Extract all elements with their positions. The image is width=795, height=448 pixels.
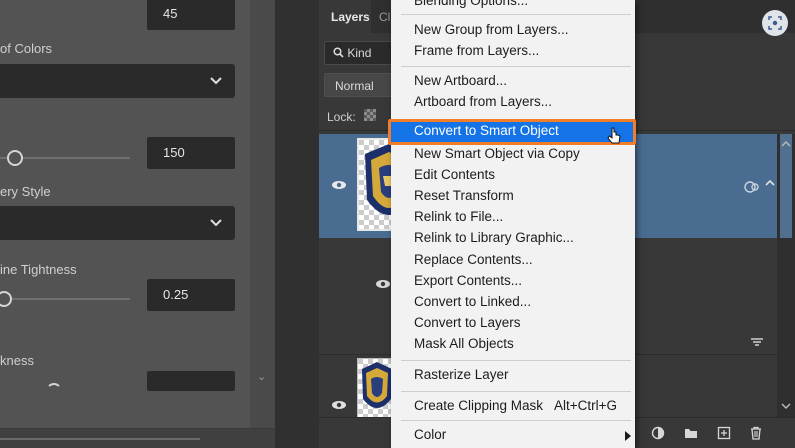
menu-create-clipping-mask-label: Create Clipping Mask	[414, 398, 544, 413]
menu-rasterize-layer[interactable]: Rasterize Layer	[391, 365, 635, 386]
menu-blending-options[interactable]: Blending Options...	[391, 0, 635, 12]
tightness-slider-knob[interactable]	[0, 291, 12, 307]
value-150-field[interactable]: 150	[147, 137, 235, 169]
new-layer-icon[interactable]	[717, 426, 731, 440]
chevron-up-icon[interactable]	[781, 140, 791, 148]
fiery-style-dropdown[interactable]	[0, 206, 235, 240]
folder-icon[interactable]	[684, 426, 698, 440]
tab-layers[interactable]: Layers	[319, 0, 371, 33]
menu-convert-to-linked[interactable]: Convert to Linked...	[391, 292, 635, 313]
chevron-down-icon	[210, 77, 222, 85]
menu-separator	[401, 391, 631, 392]
menu-frame-from-layers[interactable]: Frame from Layers...	[391, 41, 635, 62]
thickness-value-field[interactable]	[147, 371, 235, 391]
capture-icon	[768, 16, 782, 30]
thickness-label: kness	[0, 353, 34, 368]
tightness-slider-track[interactable]	[0, 298, 130, 300]
chevron-down-icon[interactable]	[781, 402, 791, 410]
layers-scrollbar-thumb[interactable]	[780, 134, 792, 238]
tightness-value-field[interactable]: 0.25	[147, 279, 235, 311]
colors-dropdown[interactable]	[0, 64, 235, 98]
line-tightness-label: ine Tightness	[0, 262, 77, 277]
search-icon	[333, 47, 344, 58]
highlight-outline	[388, 119, 636, 145]
menu-reset-transform[interactable]: Reset Transform	[391, 186, 635, 207]
menu-color-label: Color	[414, 427, 447, 442]
eye-icon[interactable]	[375, 279, 391, 289]
cursor-icon	[607, 127, 621, 144]
menu-color[interactable]: Color	[391, 425, 635, 446]
menu-separator	[401, 360, 631, 361]
menu-separator	[401, 14, 631, 15]
menu-relink-to-library-graphic[interactable]: Relink to Library Graphic...	[391, 228, 635, 249]
smart-object-badge-icon	[744, 181, 759, 193]
layers-scrollbar[interactable]	[777, 134, 795, 417]
thickness-slider-knob[interactable]	[46, 383, 62, 399]
submenu-arrow-icon	[625, 431, 631, 441]
checker-lock-icon[interactable]	[364, 109, 376, 121]
chevron-down-icon	[210, 219, 222, 227]
menu-convert-to-layers[interactable]: Convert to Layers	[391, 313, 635, 334]
menu-new-group-from-layers[interactable]: New Group from Layers...	[391, 20, 635, 41]
properties-panel: 45 of Colors 150 ery Style ine Tightness…	[0, 0, 275, 448]
chevron-down-icon: ⌄	[257, 371, 267, 383]
menu-relink-to-file[interactable]: Relink to File...	[391, 207, 635, 228]
panel-gap	[275, 0, 319, 448]
kind-filter-label: Kind	[347, 46, 372, 60]
fiery-style-label: ery Style	[0, 184, 51, 199]
eye-icon[interactable]	[331, 180, 347, 190]
trash-icon[interactable]	[749, 426, 763, 440]
layer-context-menu: Blending Options... New Group from Layer…	[391, 0, 635, 448]
eye-icon[interactable]	[331, 400, 347, 410]
menu-new-smart-object-via-copy[interactable]: New Smart Object via Copy	[391, 144, 635, 165]
filter-effects-icon[interactable]	[751, 337, 763, 347]
menu-separator	[401, 420, 631, 421]
chevron-up-icon[interactable]	[765, 178, 775, 188]
top-value-field[interactable]: 45	[147, 0, 235, 30]
menu-mask-all-objects[interactable]: Mask All Objects	[391, 334, 635, 355]
properties-bottom-bar	[0, 428, 275, 448]
number-of-colors-label: of Colors	[0, 41, 53, 56]
layer-thumbnail-2[interactable]	[357, 358, 395, 418]
tab-channels[interactable]: Cl	[379, 10, 390, 24]
menu-new-artboard[interactable]: New Artboard...	[391, 71, 635, 92]
menu-replace-contents[interactable]: Replace Contents...	[391, 250, 635, 271]
menu-edit-contents[interactable]: Edit Contents	[391, 165, 635, 186]
menu-create-clipping-mask[interactable]: Create Clipping Mask Alt+Ctrl+G	[391, 396, 635, 417]
properties-scrollbar[interactable]: ⌄	[250, 0, 275, 448]
menu-artboard-from-layers[interactable]: Artboard from Layers...	[391, 92, 635, 113]
capture-button[interactable]	[762, 10, 788, 36]
slider-knob-150[interactable]	[7, 150, 23, 166]
adjustment-icon[interactable]	[651, 426, 665, 440]
menu-separator	[401, 66, 631, 67]
lion-crest-thumbnail	[362, 362, 392, 408]
menu-export-contents[interactable]: Export Contents...	[391, 271, 635, 292]
menu-shortcut: Alt+Ctrl+G	[553, 398, 617, 413]
lock-label: Lock:	[327, 110, 356, 124]
